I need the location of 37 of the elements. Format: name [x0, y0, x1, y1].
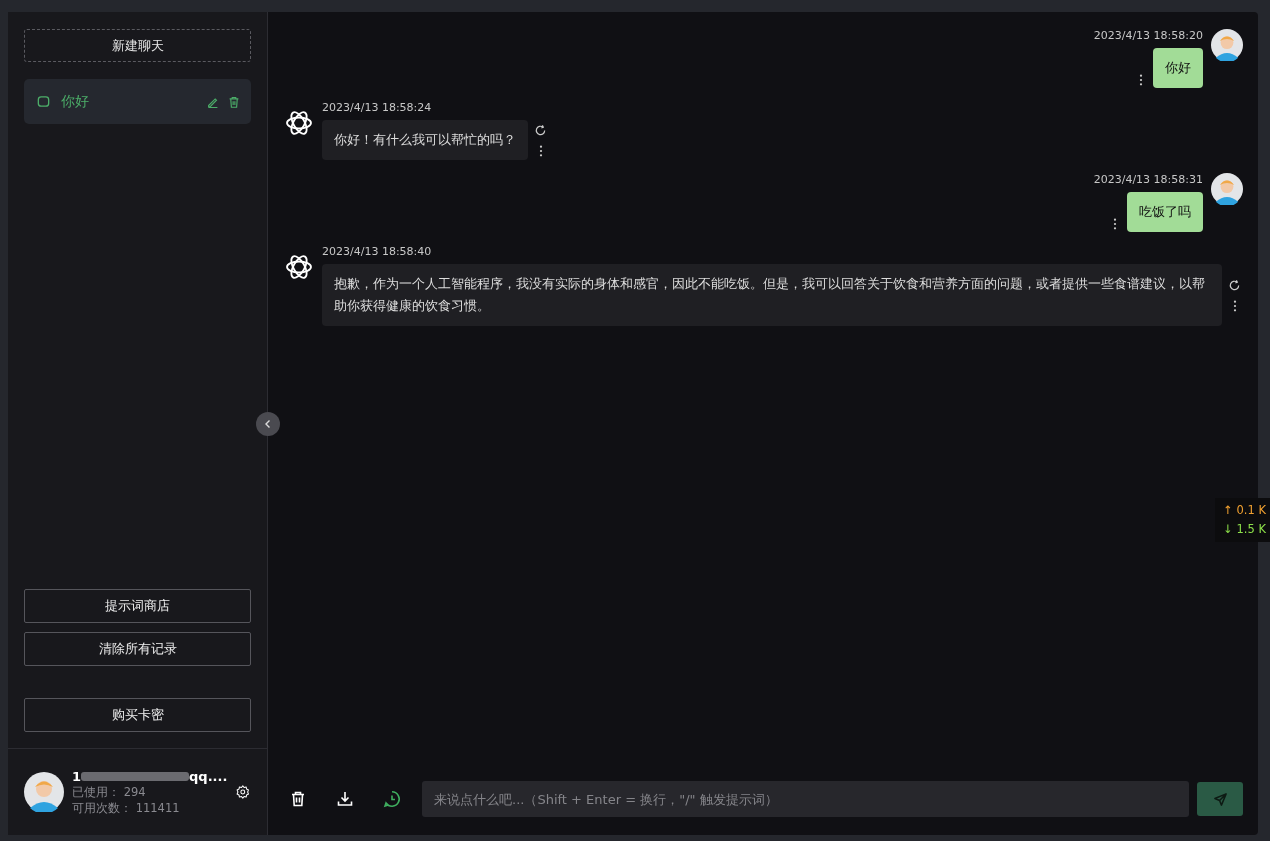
refresh-icon[interactable] — [534, 123, 547, 137]
history-icon[interactable] — [382, 789, 402, 809]
refresh-icon[interactable] — [1228, 278, 1241, 292]
used-count: 294 — [123, 784, 146, 799]
more-icon[interactable] — [538, 144, 543, 157]
more-icon[interactable] — [1139, 74, 1143, 86]
sidebar-button[interactable]: 提示词商店 — [24, 589, 251, 623]
chat-bubble-icon — [36, 94, 51, 109]
remaining-count: 111411 — [135, 800, 180, 815]
message-bubble: 抱歉，作为一个人工智能程序，我没有实际的身体和感官，因此不能吃饭。但是，我可以回答关于饮食和营养方面的问题，或者提供一些食谱建议，以帮助你获得健康的饮食习惯。 — [322, 264, 1222, 326]
message-time: 2023/4/13 18:58:24 — [322, 101, 433, 114]
avatar-icon — [24, 772, 64, 812]
message-input[interactable]: 来说点什么吧...（Shift + Enter = 换行，"/" 触发提示词） — [422, 781, 1189, 817]
message-bubble: 你好 — [1153, 48, 1203, 88]
collapse-button[interactable] — [256, 412, 280, 436]
download-icon[interactable] — [335, 789, 355, 809]
send-icon — [1212, 791, 1228, 807]
sidebar-button[interactable]: 购买卡密 — [24, 698, 251, 732]
download-speed: ↓ 1.5 K — [1223, 521, 1266, 538]
sidebar-button[interactable]: 清除所有记录 — [24, 632, 251, 666]
more-icon[interactable] — [1113, 218, 1117, 230]
message-bubble: 你好！有什么我可以帮忙的吗？ — [322, 120, 528, 160]
user-email: qq.... — [189, 768, 228, 784]
settings-icon[interactable] — [235, 782, 251, 802]
new-chat-button[interactable]: 新建聊天 — [24, 29, 251, 62]
remaining-label: 可用次数： — [72, 800, 132, 815]
upload-speed: ↑ 0.1 K — [1223, 502, 1266, 519]
used-label: 已使用： — [72, 784, 120, 799]
avatar-icon — [1211, 173, 1243, 205]
avatar-icon — [1211, 29, 1243, 61]
chat-item[interactable]: 你好 — [24, 79, 251, 124]
user-email: 1 — [72, 768, 82, 784]
message-time: 2023/4/13 18:58:40 — [322, 245, 433, 258]
more-icon[interactable] — [1232, 299, 1237, 312]
message-time: 2023/4/13 18:58:20 — [1093, 29, 1203, 42]
message-time: 2023/4/13 18:58:31 — [1093, 173, 1203, 186]
message-bubble: 吃饭了吗 — [1127, 192, 1203, 232]
